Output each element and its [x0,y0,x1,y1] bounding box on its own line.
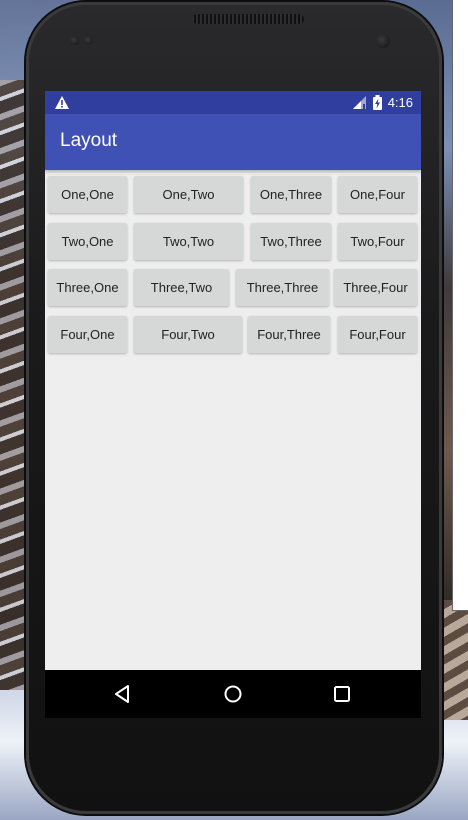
grid-button[interactable]: Four,Three [248,316,330,353]
grid-button[interactable]: Two,One [48,223,127,260]
warning-icon [55,96,69,109]
grid-button[interactable]: Two,Four [338,223,417,260]
grid-button[interactable]: Three,Two [134,269,229,306]
sensor-dot [84,36,93,45]
grid-button[interactable]: One,Three [251,176,331,213]
grid-button[interactable]: One,Two [134,176,243,213]
app-title: Layout [60,130,118,151]
app-toolbar: Layout [45,114,421,170]
grid-button[interactable]: Three,One [48,269,127,306]
grid-button[interactable]: Two,Three [251,223,331,260]
navigation-bar [45,670,421,718]
grid-button[interactable]: Three,Four [334,269,417,306]
grid-button[interactable]: Four,One [48,316,127,353]
signal-icon [352,96,366,109]
background-window [452,0,468,611]
front-camera [376,34,390,48]
status-icons: 4:16 [352,94,413,111]
table-layout-grid: One,One One,Two One,Three One,Four Two,O… [45,170,421,670]
grid-button[interactable]: One,Four [338,176,417,213]
device-screen: 4:16 Layout One,One One,Two One,Three On… [45,91,421,718]
home-icon[interactable] [221,682,245,706]
sensor-dot [70,36,79,45]
grid-button[interactable]: Two,Two [134,223,243,260]
back-icon[interactable] [111,682,135,706]
earpiece-speaker [192,14,304,24]
grid-button[interactable]: Four,Four [338,316,417,353]
grid-button[interactable]: Four,Two [134,316,242,353]
status-bar: 4:16 [45,91,421,114]
status-time: 4:16 [387,95,413,110]
battery-charging-icon [372,95,382,110]
grid-button[interactable]: Three,Three [236,269,329,306]
recents-icon[interactable] [330,682,354,706]
grid-button[interactable]: One,One [48,176,127,213]
